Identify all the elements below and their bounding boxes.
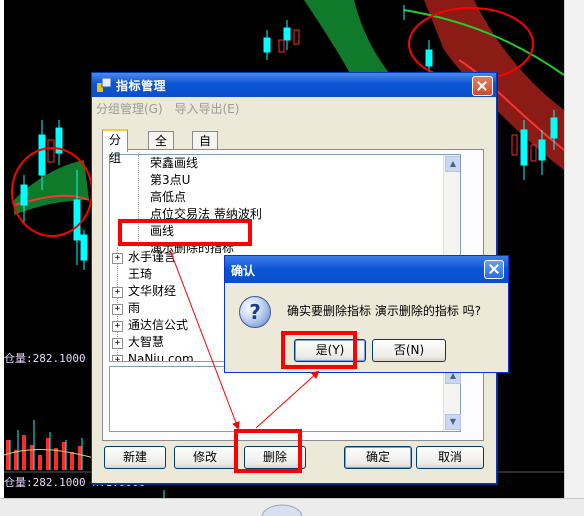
screenshot: 仓量:282.1000 仓量:282.1000 x:1.0000 指标管理 分组… bbox=[0, 0, 584, 516]
tab-group[interactable]: 分组 bbox=[102, 129, 129, 165]
annotation-arrows bbox=[169, 249, 320, 430]
